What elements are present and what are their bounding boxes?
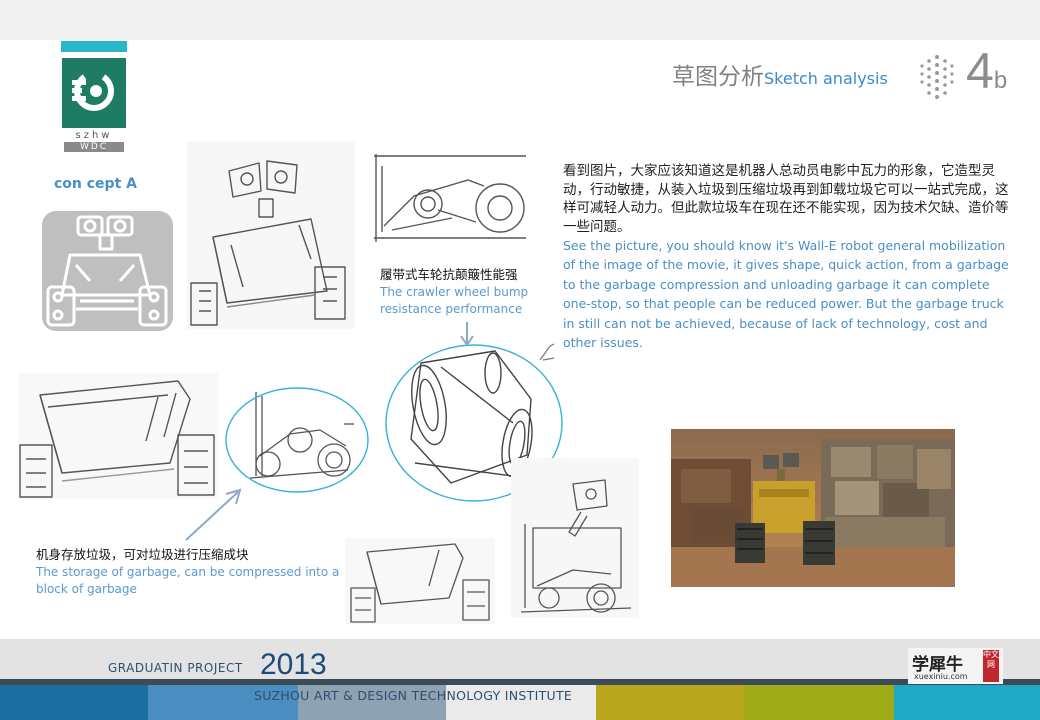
watermark-stamp: 学犀牛 xuexiniu.com 中文网	[908, 648, 1003, 684]
highlight-circle-left	[225, 387, 369, 493]
logo-accent-strip	[61, 41, 127, 52]
concept-label: con cept A	[54, 176, 137, 192]
logo: szhw WDC	[62, 58, 126, 152]
robot-icon-card	[42, 211, 173, 331]
graduation-project-label: GRADUATIN PROJECT	[108, 661, 243, 675]
sketch-robot-front	[187, 141, 355, 329]
sketch-body-box-small	[345, 538, 495, 624]
annotation-storage-cn: 机身存放垃圾，可对垃圾进行压缩成块	[36, 547, 249, 562]
page-title-en: Sketch analysis	[764, 69, 888, 88]
description: 看到图片，大家应该知道这是机器人总动员电影中瓦力的形象，它造型灵动，行动敏捷，从…	[563, 162, 1013, 352]
description-en: See the picture, you should know it's Wa…	[563, 238, 1009, 351]
footer-strip-6	[744, 684, 894, 720]
dots-decoration-icon	[916, 52, 958, 100]
footer-strip-5	[596, 684, 744, 720]
sketch-wheel-highlight	[224, 386, 370, 494]
footer-divider	[0, 679, 1040, 685]
page-title-cn: 草图分析	[672, 64, 764, 90]
footer-strip-7	[894, 684, 1040, 720]
arrow-storage-icon	[185, 488, 242, 541]
logo-text-wdc: WDC	[64, 142, 124, 152]
footer-strip-1	[0, 684, 148, 720]
annotation-crawler-cn: 履带式车轮抗颠簸性能强	[380, 267, 518, 282]
watermark-badge: 中文网	[983, 650, 999, 682]
arrow-crawler-icon	[460, 322, 474, 347]
logo-text-szhw: szhw	[75, 130, 113, 141]
slide-number-digit: 4	[966, 43, 994, 99]
description-cn: 看到图片，大家应该知道这是机器人总动员电影中瓦力的形象，它造型灵动，行动敏捷，从…	[563, 163, 1009, 235]
annotation-storage-en: The storage of garbage, can be compresse…	[36, 565, 340, 596]
top-bar	[0, 0, 1040, 40]
sketch-crawler-side-top	[372, 152, 528, 252]
watermark-url: xuexiniu.com	[914, 672, 968, 681]
slide-number: 4b	[966, 42, 1007, 100]
robot-icon	[46, 215, 168, 327]
wall-e-movie-still	[671, 429, 955, 587]
slide-number-letter: b	[993, 67, 1008, 94]
annotation-crawler: 履带式车轮抗颠簸性能强 The crawler wheel bump resis…	[380, 266, 565, 318]
annotation-storage: 机身存放垃圾，可对垃圾进行压缩成块 The storage of garbage…	[36, 546, 346, 598]
page-title: 草图分析Sketch analysis	[672, 57, 888, 91]
graduation-year: 2013	[260, 648, 327, 681]
institute-name: SUZHOU ART & DESIGN TECHNOLOGY INSTITUTE	[254, 688, 573, 703]
pencil-mark-icon	[539, 343, 555, 361]
sketch-body-box	[18, 373, 218, 499]
annotation-crawler-en: The crawler wheel bump resistance perfor…	[380, 285, 529, 316]
sketch-arm-lift	[511, 458, 639, 618]
logo-mark	[62, 58, 126, 128]
